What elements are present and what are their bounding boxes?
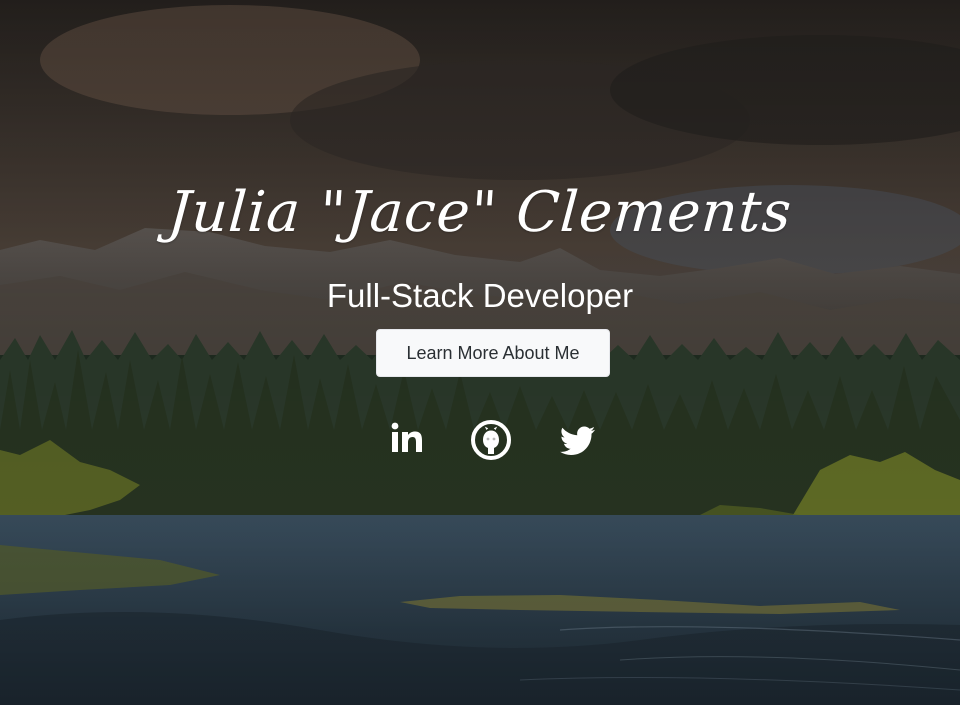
twitter-icon	[560, 426, 595, 455]
linkedin-icon	[391, 422, 422, 452]
hero-name: Julia "Jace" Clements	[165, 180, 795, 245]
twitter-link[interactable]	[555, 418, 599, 462]
learn-more-button[interactable]: Learn More About Me	[376, 329, 610, 377]
github-link[interactable]	[469, 418, 513, 462]
linkedin-link[interactable]	[384, 418, 428, 462]
hero-subtitle: Full-Stack Developer	[326, 277, 634, 314]
hero-section: Julia "Jace" Clements Full-Stack Develop…	[0, 0, 960, 705]
github-icon	[471, 420, 511, 460]
hero-content: Julia "Jace" Clements Full-Stack Develop…	[0, 0, 960, 705]
